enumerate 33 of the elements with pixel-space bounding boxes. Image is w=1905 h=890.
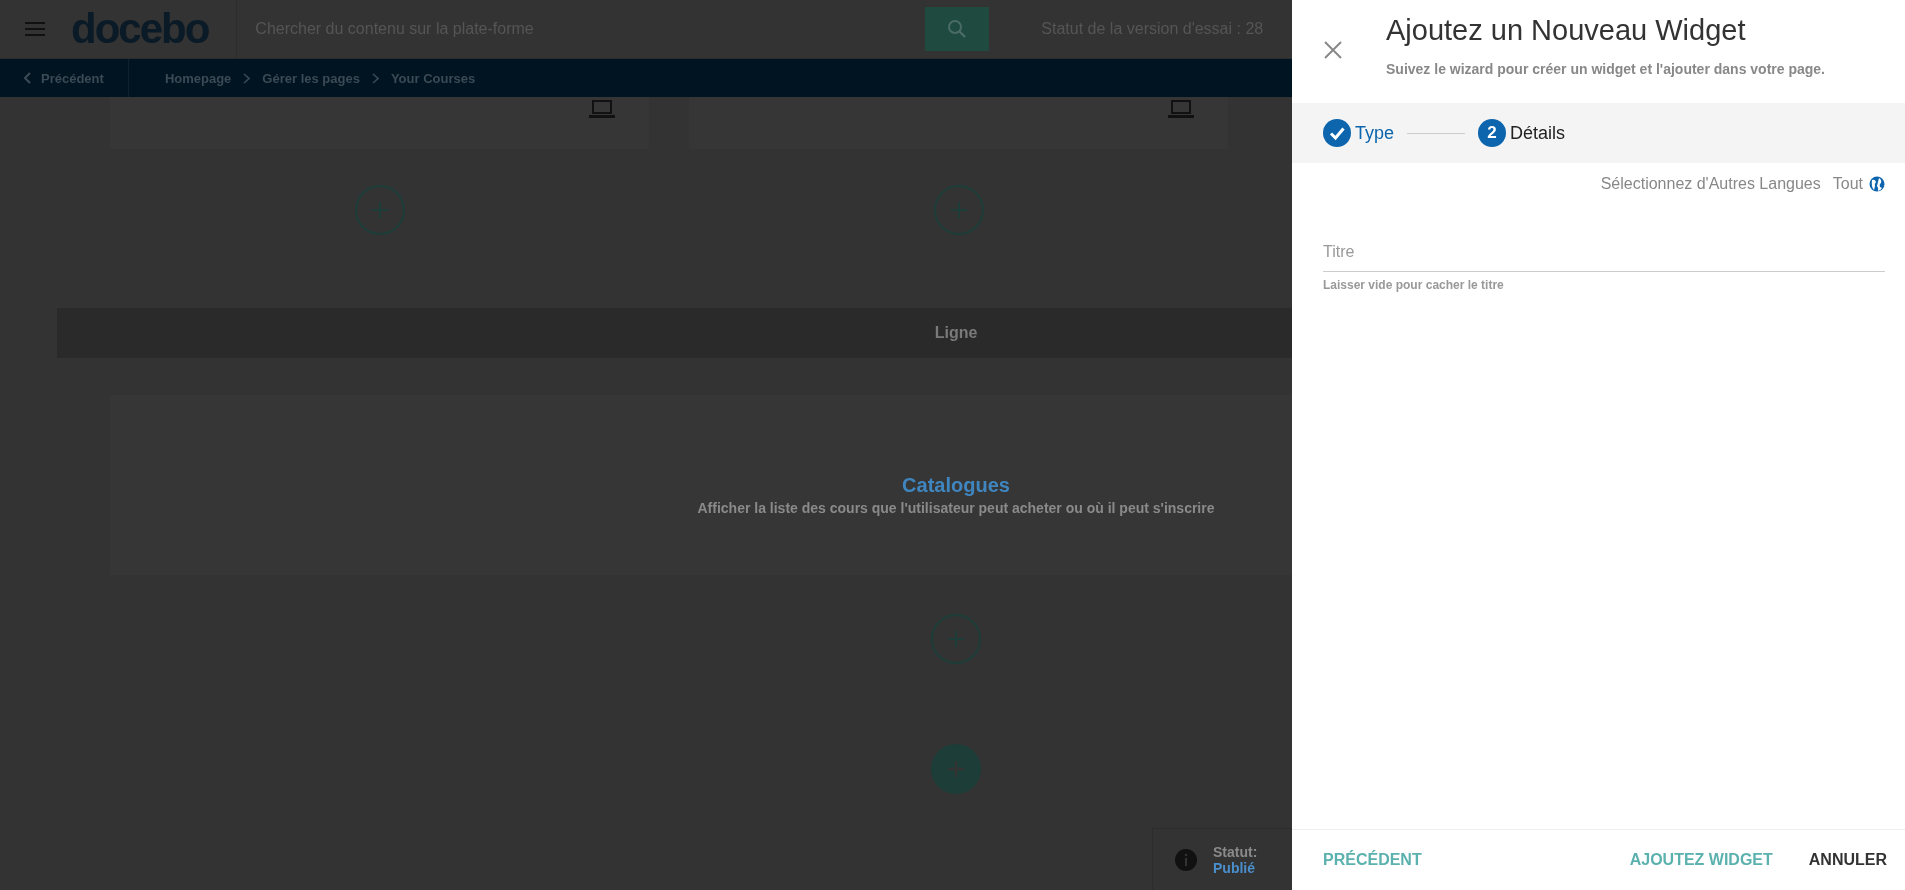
panel-subtitle: Suivez le wizard pour créer un widget et l'ajouter dans votre page. [1386,61,1825,77]
panel-title: Ajoutez un Nouveau Widget [1386,14,1747,47]
cancel-button[interactable]: ANNULER [1800,843,1895,877]
globe-icon[interactable] [1869,176,1885,192]
close-icon[interactable] [1324,41,1342,59]
status-label: Statut: [1213,843,1258,860]
laptop-icon [1168,99,1194,119]
status-value: Publié [1213,859,1256,876]
step-label: Type [1355,122,1395,144]
language-link[interactable]: Tout [1832,175,1863,193]
chevron-icon [24,72,32,84]
search-icon [947,19,968,39]
previous-button[interactable]: PRÉCÉDENT [1323,843,1430,877]
step-number: 2 [1478,119,1507,147]
breadcrumb-link[interactable]: Your Courses [390,70,476,86]
search-button[interactable] [925,7,990,51]
breadcrumb-link[interactable]: Gérer les pages [262,70,360,86]
breadcrumb-link[interactable]: Homepage [164,70,232,86]
row-label: Ligne [934,324,978,342]
widget-description: Afficher la liste des cours que l'utilisateur peut acheter ou où il peut s'inscrire [697,500,1215,516]
field-hint: Laisser vide pour cacher le titre [1323,278,1505,292]
check-icon [1323,119,1351,147]
menu-icon[interactable] [25,21,45,37]
language-label: Sélectionnez d'Autres Langues [1600,175,1821,193]
step-label: Détails [1510,122,1566,144]
info-icon [1175,848,1197,871]
widget-title: Catalogues [902,474,1010,497]
wizard-step[interactable]: 2 Détails [1478,119,1566,147]
laptop-icon [589,99,615,119]
add-widget-button[interactable]: AJOUTEZ WIDGET [1621,843,1781,877]
chevron-icon [243,72,251,84]
wizard-step[interactable]: Type [1323,119,1395,147]
chevron-icon [371,72,379,84]
